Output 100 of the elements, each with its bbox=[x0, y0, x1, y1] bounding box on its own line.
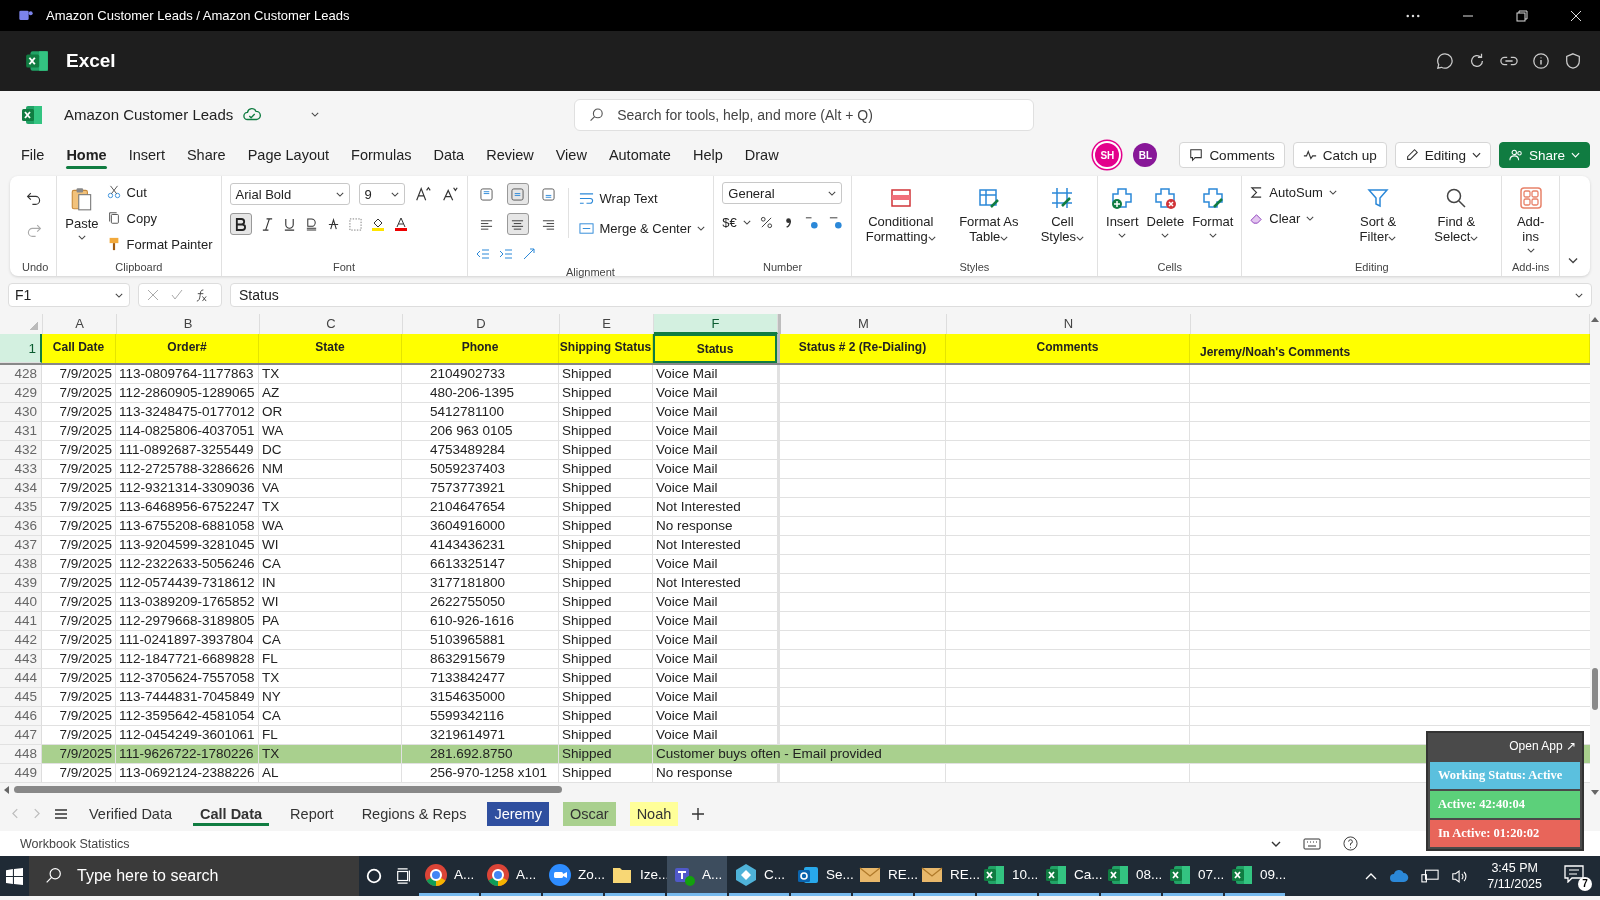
increase-font-icon[interactable] bbox=[413, 185, 432, 203]
sheet-tab[interactable]: Noah bbox=[629, 801, 679, 826]
orientation-icon[interactable] bbox=[521, 247, 536, 261]
column-header[interactable]: F bbox=[654, 314, 778, 334]
sheet-tab[interactable]: Jeremy bbox=[487, 801, 549, 826]
menu-tab[interactable]: Formulas bbox=[340, 141, 423, 169]
taskbar-app[interactable]: 07... bbox=[1163, 856, 1223, 896]
ribbon-button[interactable]: Insert bbox=[1106, 182, 1139, 238]
add-sheet-icon[interactable] bbox=[692, 807, 705, 820]
row-number[interactable]: 436 bbox=[0, 517, 42, 536]
font-size-dropdown[interactable]: 9 bbox=[358, 183, 405, 205]
check-icon[interactable] bbox=[171, 289, 183, 301]
menu-tab[interactable]: Draw bbox=[733, 141, 790, 169]
sort-filter-button[interactable]: Sort & Filter bbox=[1344, 182, 1412, 244]
copy-button[interactable]: Copy bbox=[106, 208, 213, 228]
user-avatar[interactable]: SH bbox=[1095, 143, 1120, 167]
sheet-tab[interactable]: Verified Data bbox=[82, 801, 180, 826]
more-icon[interactable] bbox=[1406, 13, 1420, 18]
ribbon-button[interactable]: Format As Table bbox=[949, 182, 1028, 244]
menu-tab[interactable]: View bbox=[544, 141, 598, 169]
row-number[interactable]: 439 bbox=[0, 574, 42, 593]
menu-icon[interactable] bbox=[54, 807, 68, 820]
paste-button[interactable]: Paste bbox=[65, 182, 99, 240]
comments-button[interactable]: Comments bbox=[1179, 142, 1285, 168]
menu-tab[interactable]: Page Layout bbox=[236, 141, 341, 169]
editing-mode-button[interactable]: Editing bbox=[1394, 142, 1491, 168]
share-button[interactable]: Share bbox=[1498, 142, 1590, 168]
name-box[interactable]: F1 bbox=[8, 283, 130, 307]
taskbar-search-field[interactable]: Type here to search bbox=[29, 856, 359, 896]
currency-button[interactable]: $€ bbox=[722, 212, 751, 232]
merge-center-button[interactable]: Merge & Center bbox=[578, 218, 706, 238]
menu-tab[interactable]: File bbox=[10, 141, 56, 169]
taskbar-app[interactable]: A... bbox=[419, 856, 479, 896]
notification-button[interactable]: 7 bbox=[1562, 861, 1592, 891]
number-format-dropdown[interactable]: General bbox=[722, 182, 843, 204]
increase-indent-icon[interactable] bbox=[498, 247, 513, 261]
chevron-up-icon[interactable] bbox=[1365, 872, 1378, 880]
row-number[interactable]: 446 bbox=[0, 707, 42, 726]
refresh-icon[interactable] bbox=[1468, 52, 1486, 70]
strikethrough-icon[interactable] bbox=[326, 217, 340, 231]
taskbar-app[interactable]: Ize... bbox=[605, 856, 665, 896]
decrease-font-icon[interactable] bbox=[440, 185, 459, 203]
row-number[interactable]: 434 bbox=[0, 479, 42, 498]
catch-up-button[interactable]: Catch up bbox=[1292, 142, 1387, 168]
user-avatar[interactable]: BL bbox=[1133, 143, 1158, 167]
taskbar-app[interactable]: Se... bbox=[791, 856, 851, 896]
menu-tab[interactable]: Automate bbox=[597, 141, 682, 169]
chat-icon[interactable] bbox=[1436, 52, 1454, 70]
format-painter-button[interactable]: Format Painter bbox=[106, 234, 213, 254]
taskbar-app[interactable]: A... bbox=[481, 856, 541, 896]
collapse-ribbon-icon[interactable] bbox=[1567, 257, 1578, 264]
row-number[interactable]: 449 bbox=[0, 764, 42, 783]
font-color-icon[interactable] bbox=[393, 217, 408, 231]
shield-icon[interactable] bbox=[1564, 52, 1582, 70]
row-number[interactable]: 443 bbox=[0, 650, 42, 669]
sheet-tab[interactable]: Oscar bbox=[562, 801, 616, 826]
scroll-left-icon[interactable] bbox=[4, 785, 10, 794]
status-text[interactable]: Workbook Statistics bbox=[20, 836, 130, 851]
bold-button[interactable] bbox=[229, 213, 252, 235]
function-icon[interactable] bbox=[195, 288, 208, 302]
taskbar-app[interactable]: Zo... bbox=[543, 856, 603, 896]
row-number[interactable]: 442 bbox=[0, 631, 42, 650]
taskbar-app[interactable]: A... bbox=[667, 856, 727, 896]
sheet-tab[interactable]: Call Data bbox=[193, 801, 270, 826]
open-app-link[interactable]: Open App ↗ bbox=[1505, 733, 1580, 760]
menu-tab[interactable]: Home bbox=[55, 141, 118, 169]
find-select-button[interactable]: Find & Select bbox=[1419, 182, 1494, 244]
task-view-icon[interactable] bbox=[395, 867, 413, 885]
help-icon[interactable] bbox=[1343, 836, 1358, 851]
cortana-icon[interactable] bbox=[365, 867, 383, 885]
row-number[interactable]: 438 bbox=[0, 555, 42, 574]
ribbon-button[interactable]: Delete bbox=[1146, 182, 1185, 238]
caret-icon[interactable] bbox=[1271, 840, 1281, 847]
menu-tab[interactable]: Data bbox=[422, 141, 476, 169]
row-number[interactable]: 440 bbox=[0, 593, 42, 612]
row-number[interactable]: 433 bbox=[0, 460, 42, 479]
fill-color-icon[interactable] bbox=[370, 217, 385, 231]
scroll-up-icon[interactable] bbox=[1591, 316, 1599, 322]
row-number[interactable]: 432 bbox=[0, 441, 42, 460]
sheet-tab[interactable]: Regions & Reps bbox=[354, 801, 474, 826]
search-field[interactable]: Search for tools, help, and more (Alt + Q) bbox=[574, 98, 1035, 131]
menu-tab[interactable]: Share bbox=[175, 141, 237, 169]
row-number[interactable]: 428 bbox=[0, 365, 42, 384]
menu-tab[interactable]: Insert bbox=[117, 141, 176, 169]
network-icon[interactable] bbox=[1421, 868, 1440, 884]
horizontal-scrollbar[interactable] bbox=[14, 786, 562, 793]
restore-icon[interactable] bbox=[1516, 9, 1528, 22]
keyboard-icon[interactable] bbox=[1303, 837, 1321, 850]
row-number[interactable]: 1 bbox=[0, 334, 42, 363]
row-number[interactable]: 445 bbox=[0, 688, 42, 707]
double-underline-icon[interactable] bbox=[304, 217, 318, 231]
middle-align-button[interactable] bbox=[506, 183, 529, 205]
italic-icon[interactable] bbox=[260, 217, 274, 231]
file-name[interactable]: Amazon Customer Leads bbox=[64, 106, 234, 123]
cloud-icon[interactable] bbox=[1389, 869, 1410, 883]
decrease-decimal-icon[interactable] bbox=[827, 214, 843, 230]
clock-date[interactable]: 7/11/2025 bbox=[1487, 876, 1542, 892]
row-number[interactable]: 435 bbox=[0, 498, 42, 517]
row-number[interactable]: 444 bbox=[0, 669, 42, 688]
cut-button[interactable]: Cut bbox=[106, 182, 213, 202]
